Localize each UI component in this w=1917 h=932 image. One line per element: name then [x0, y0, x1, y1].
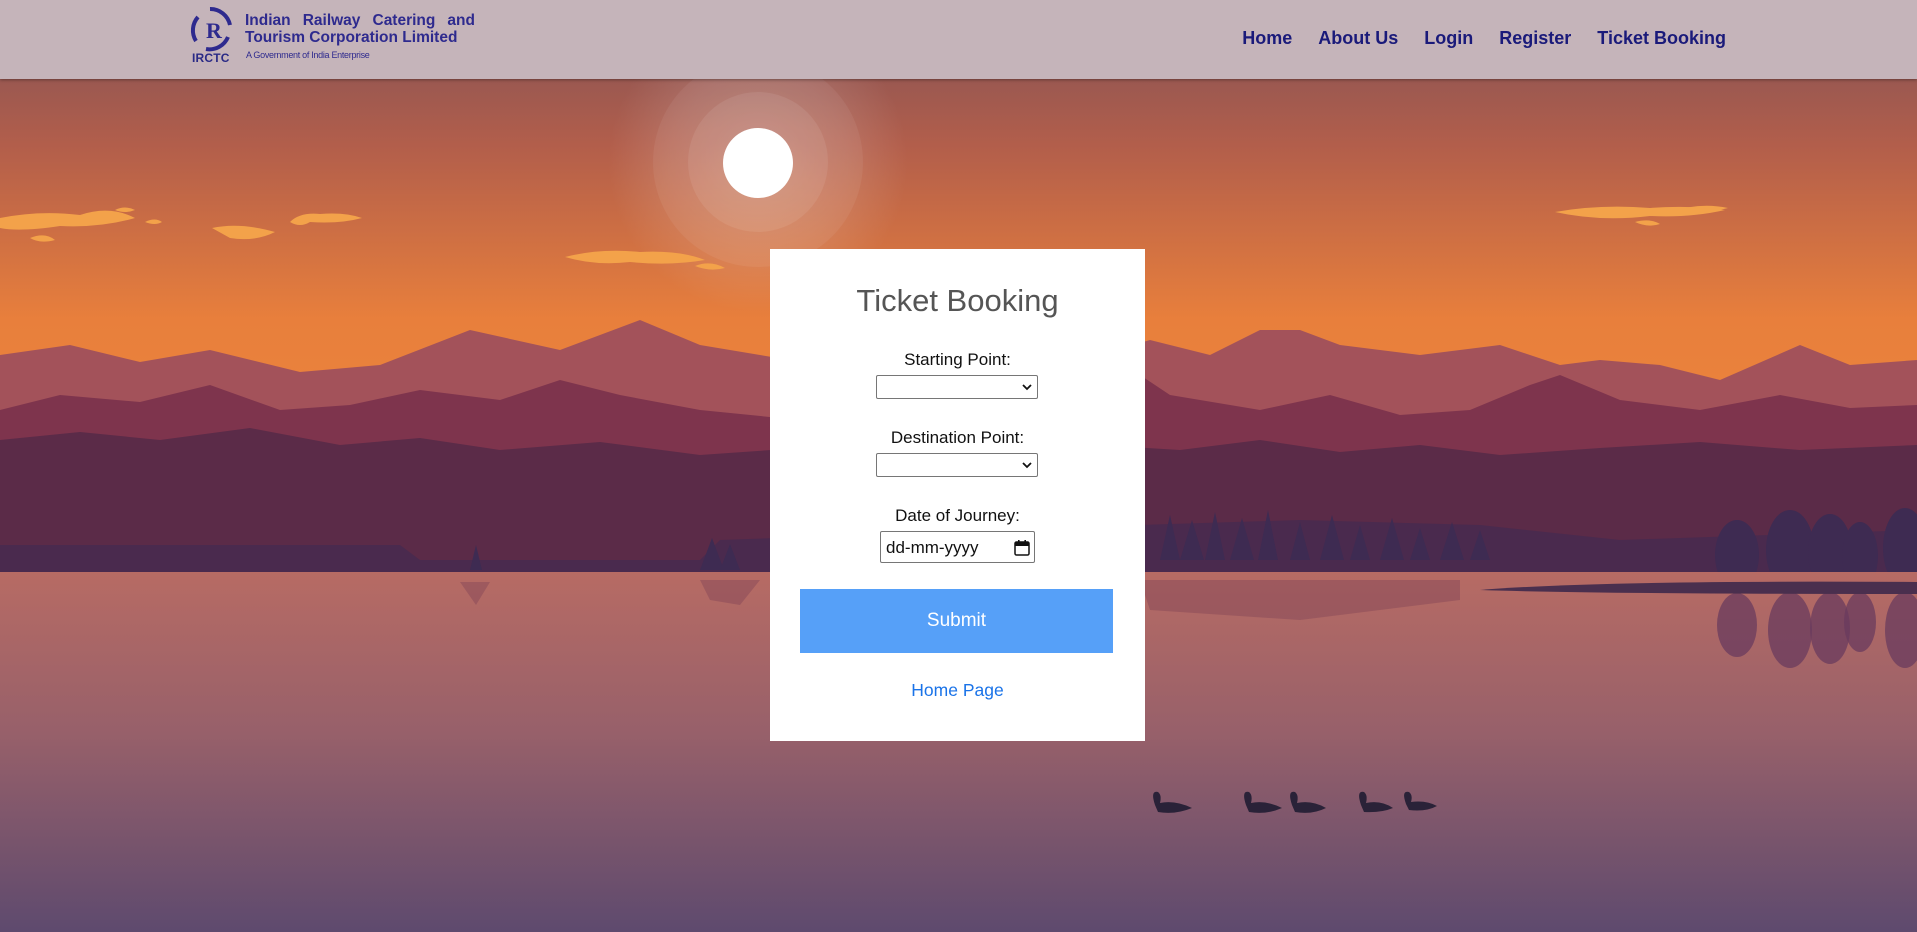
home-page-link[interactable]: Home Page [770, 680, 1145, 701]
date-placeholder: dd-mm-yyyy [886, 538, 979, 557]
destination-point-select[interactable] [876, 453, 1038, 477]
starting-point-label: Starting Point: [904, 350, 1011, 369]
calendar-icon[interactable] [1014, 539, 1030, 556]
form-title: Ticket Booking [856, 283, 1059, 318]
starting-point-select[interactable] [876, 375, 1038, 399]
chevron-down-icon [1022, 462, 1032, 469]
top-navbar: R IRCTC Indian Railway Catering and Tour… [0, 0, 1917, 79]
nav-about-us[interactable]: About Us [1318, 28, 1398, 49]
org-name: Indian Railway Catering and Tourism Corp… [245, 12, 475, 46]
logo-abbreviation: IRCTC [192, 51, 230, 65]
chevron-down-icon [1022, 384, 1032, 391]
date-of-journey-label: Date of Journey: [895, 506, 1020, 525]
submit-button[interactable]: Submit [800, 589, 1113, 653]
nav-register[interactable]: Register [1499, 28, 1571, 49]
ticket-booking-card: Ticket Booking Starting Point: Destinati… [770, 249, 1145, 741]
date-of-journey-input[interactable]: dd-mm-yyyy [880, 531, 1035, 563]
svg-text:R: R [206, 18, 223, 43]
main-nav: Home About Us Login Register Ticket Book… [1242, 28, 1726, 49]
nav-home[interactable]: Home [1242, 28, 1292, 49]
org-tagline: A Government of India Enterprise [246, 50, 370, 60]
irctc-logo-icon: R [190, 6, 232, 52]
nav-ticket-booking[interactable]: Ticket Booking [1597, 28, 1726, 49]
nav-login[interactable]: Login [1424, 28, 1473, 49]
irctc-logo[interactable]: R IRCTC Indian Railway Catering and Tour… [188, 5, 478, 67]
destination-point-label: Destination Point: [890, 428, 1025, 447]
